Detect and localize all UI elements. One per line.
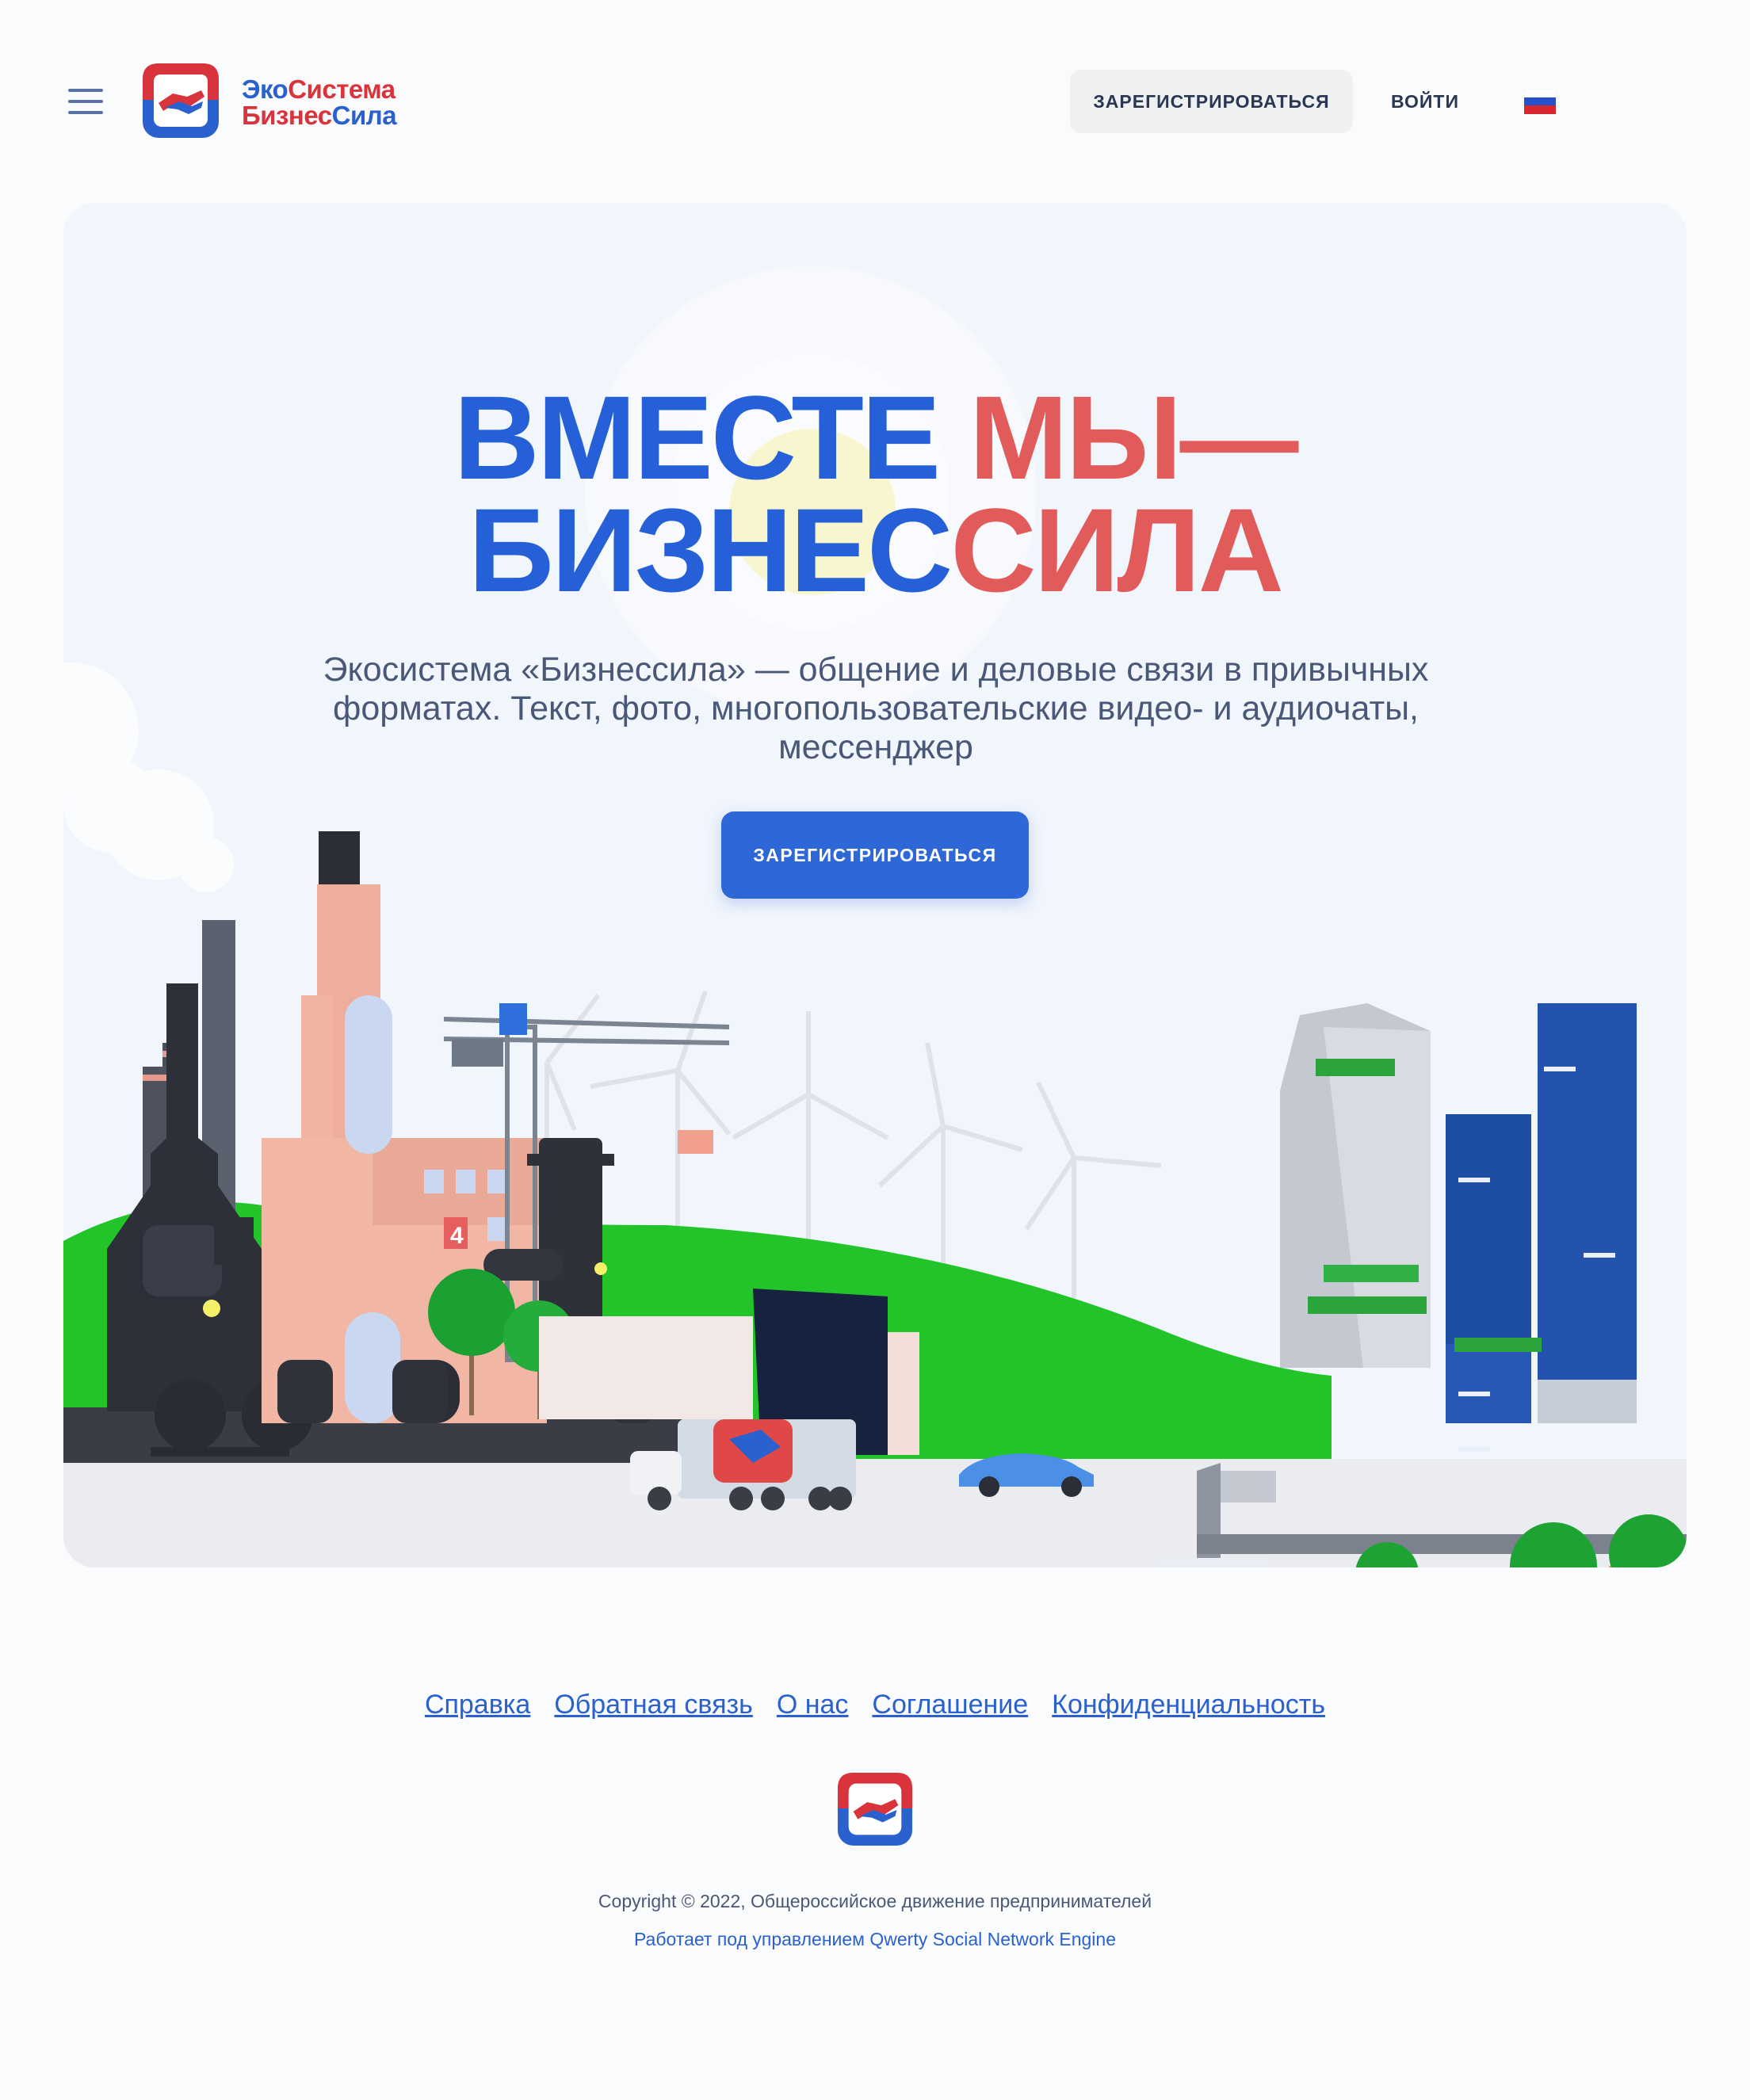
russia-flag-icon[interactable] <box>1524 89 1556 114</box>
site-header: ЭкоСистема БизнесСила ЗАРЕГИСТРИРОВАТЬСЯ… <box>0 0 1750 202</box>
footer-links: Справка Обратная связь О нас Соглашение … <box>0 1690 1750 1720</box>
building-number: 4 <box>450 1223 464 1249</box>
hero-register-button[interactable]: ЗАРЕГИСТРИРОВАТЬСЯ <box>721 811 1029 899</box>
footer-link-help[interactable]: Справка <box>425 1690 530 1720</box>
powered-by-link[interactable]: Работает под управлением Qwerty Social N… <box>0 1929 1750 1950</box>
hero-subtitle: Экосистема «Бизнессила» — общение и дело… <box>323 651 1429 766</box>
hamburger-menu-icon[interactable] <box>68 86 103 117</box>
footer-logo-icon[interactable] <box>836 1771 914 1847</box>
hero-headline: ВМЕСТЕ МЫ— БИЗНЕССИЛА <box>63 378 1687 609</box>
footer-link-privacy[interactable]: Конфиденциальность <box>1052 1690 1325 1720</box>
copyright-text: Copyright © 2022, Общероссийское движени… <box>598 1891 1152 1911</box>
register-button[interactable]: ЗАРЕГИСТРИРОВАТЬСЯ <box>1070 70 1353 133</box>
footer-link-feedback[interactable]: Обратная связь <box>554 1690 753 1720</box>
headline-text: СИЛА <box>950 483 1284 617</box>
footer-link-about[interactable]: О нас <box>777 1690 849 1720</box>
brand-text: Сила <box>331 101 397 130</box>
footer-link-agreement[interactable]: Соглашение <box>872 1690 1028 1720</box>
headline-text: БИЗНЕС <box>468 483 953 617</box>
brand-name[interactable]: ЭкоСистема БизнесСила <box>242 74 397 130</box>
brand-text: Бизнес <box>242 101 332 130</box>
brand-text: Система <box>288 74 395 104</box>
hero-section: 4 ВМЕСТЕ МЫ— БИЗНЕССИЛА Экосистема «Бизн… <box>63 203 1687 1567</box>
brand-text: Эко <box>242 74 288 104</box>
login-button[interactable]: ВОЙТИ <box>1377 70 1473 133</box>
logo-icon[interactable] <box>141 62 220 139</box>
